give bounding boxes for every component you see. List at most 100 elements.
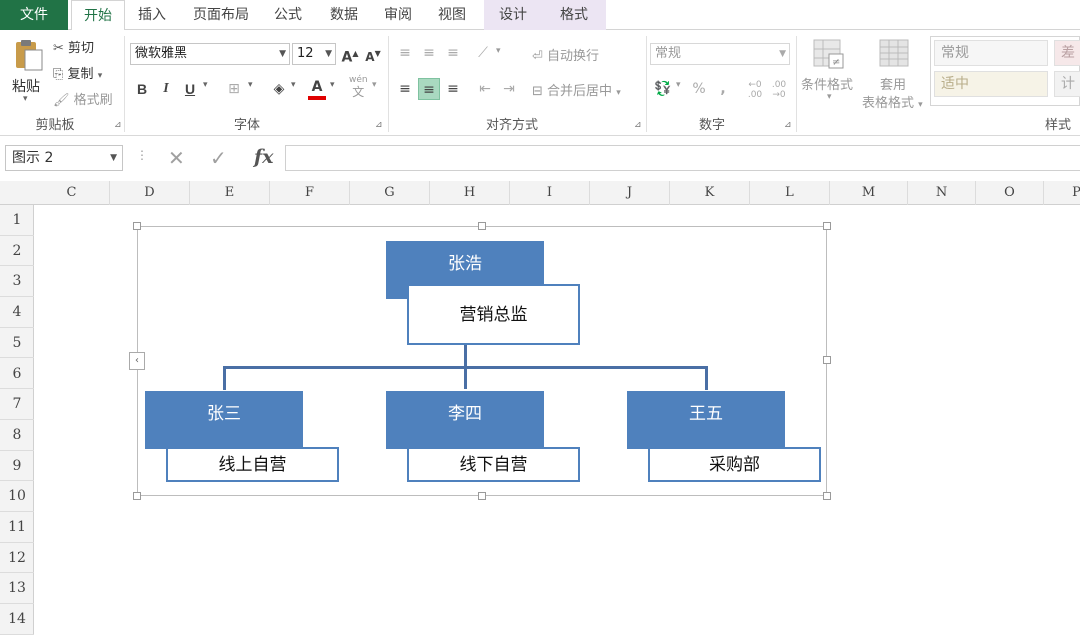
number-launcher-icon[interactable]: ⊿	[784, 120, 792, 130]
accounting-dropdown-icon[interactable]: ▾	[676, 80, 681, 90]
conditional-formatting-button[interactable]: 条件格式	[801, 74, 853, 93]
row-header[interactable]: 7	[0, 389, 34, 420]
increase-decimal-icon[interactable]: ←0.00	[744, 78, 766, 100]
column-header[interactable]: H	[430, 181, 510, 205]
column-header[interactable]: J	[590, 181, 670, 205]
column-header[interactable]: F	[270, 181, 350, 205]
increase-font-size-icon[interactable]: A▲	[339, 43, 361, 66]
decrease-indent-icon[interactable]: ⇤	[474, 78, 496, 100]
fill-color-dropdown-icon[interactable]: ▾	[291, 80, 296, 90]
text-pane-toggle-icon[interactable]: ‹	[129, 352, 145, 370]
percent-button[interactable]: %	[688, 78, 710, 100]
format-painter-button[interactable]: 🖌 格式刷	[53, 89, 113, 108]
row-header[interactable]: 4	[0, 297, 34, 328]
font-color-dropdown-icon[interactable]: ▾	[330, 80, 335, 90]
style-neutral[interactable]: 适中	[934, 71, 1048, 97]
formula-bar-resize-icon[interactable]: ⋮	[136, 148, 148, 162]
insert-function-button[interactable]: fx	[254, 146, 274, 168]
row-header[interactable]: 5	[0, 328, 34, 359]
org-node-title[interactable]: 线上自营	[166, 447, 339, 482]
merge-center-button[interactable]: ⊟ 合并后居中 ▾	[532, 80, 621, 99]
orientation-dropdown-icon[interactable]: ▾	[496, 46, 501, 56]
name-box[interactable]: 图示 2 ▼	[5, 145, 123, 171]
italic-button[interactable]: I	[155, 78, 177, 100]
style-bad[interactable]: 差	[1054, 40, 1080, 66]
column-header[interactable]: I	[510, 181, 590, 205]
row-header[interactable]: 9	[0, 451, 34, 482]
bold-button[interactable]: B	[131, 78, 153, 100]
align-right-icon[interactable]: ≡	[442, 78, 464, 100]
wrap-text-button[interactable]: ⏎ 自动换行	[532, 45, 599, 64]
comma-button[interactable]: ,	[712, 78, 734, 100]
column-header[interactable]: K	[670, 181, 750, 205]
row-header[interactable]: 11	[0, 512, 34, 543]
tab-formulas[interactable]: 公式	[266, 0, 310, 30]
underline-dropdown-icon[interactable]: ▾	[203, 80, 208, 90]
decrease-font-size-icon[interactable]: A▼	[362, 43, 384, 65]
format-as-table-line1[interactable]: 套用	[880, 74, 906, 93]
tab-review[interactable]: 审阅	[376, 0, 420, 30]
phonetic-guide-icon[interactable]: wén 文	[349, 75, 368, 99]
resize-handle[interactable]	[823, 492, 831, 500]
resize-handle[interactable]	[823, 222, 831, 230]
fill-color-icon[interactable]: ◈	[268, 78, 290, 100]
row-header[interactable]: 10	[0, 481, 34, 512]
org-node-title[interactable]: 营销总监	[407, 284, 580, 345]
tab-format[interactable]: 格式	[542, 0, 606, 30]
font-launcher-icon[interactable]: ⊿	[375, 120, 383, 130]
row-header[interactable]: 1	[0, 205, 34, 236]
borders-icon[interactable]: ⊞	[223, 78, 245, 100]
alignment-launcher-icon[interactable]: ⊿	[634, 120, 642, 130]
row-header[interactable]: 12	[0, 543, 34, 574]
resize-handle[interactable]	[133, 492, 141, 500]
column-header[interactable]: E	[190, 181, 270, 205]
org-node-name[interactable]: 王五	[627, 391, 785, 449]
align-top-icon[interactable]: ≡	[394, 42, 416, 64]
column-header[interactable]: O	[976, 181, 1044, 205]
row-header[interactable]: 14	[0, 604, 34, 635]
row-header[interactable]: 6	[0, 359, 34, 390]
enter-icon[interactable]: ✓	[210, 146, 227, 170]
row-header[interactable]: 2	[0, 236, 34, 267]
font-color-icon[interactable]: A	[306, 76, 328, 100]
font-name-select[interactable]: 微软雅黑 ▼	[130, 43, 290, 65]
number-format-select[interactable]: 常规 ▼	[650, 43, 790, 65]
column-header[interactable]: G	[350, 181, 430, 205]
resize-handle[interactable]	[133, 222, 141, 230]
column-header[interactable]: N	[908, 181, 976, 205]
cut-button[interactable]: ✂ 剪切	[53, 37, 94, 56]
align-center-icon[interactable]: ≡	[418, 78, 440, 100]
paste-dropdown-icon[interactable]: ▾	[23, 94, 28, 104]
row-header[interactable]: 8	[0, 420, 34, 451]
format-as-table-icon[interactable]	[878, 38, 912, 70]
align-left-icon[interactable]: ≡	[394, 78, 416, 100]
underline-button[interactable]: U	[179, 78, 201, 100]
paste-button[interactable]: 粘贴	[12, 76, 40, 96]
row-header[interactable]: 3	[0, 266, 34, 298]
borders-dropdown-icon[interactable]: ▾	[248, 80, 253, 90]
org-node-name[interactable]: 李四	[386, 391, 544, 449]
tab-design[interactable]: 设计	[484, 0, 542, 30]
resize-handle[interactable]	[823, 356, 831, 364]
clipboard-launcher-icon[interactable]: ⊿	[114, 120, 122, 130]
column-header[interactable]: P	[1044, 181, 1080, 205]
column-header[interactable]: C	[34, 181, 110, 205]
align-middle-icon[interactable]: ≡	[418, 42, 440, 64]
accounting-format-icon[interactable]: 💱	[652, 78, 674, 100]
column-header[interactable]: M	[830, 181, 908, 205]
tab-view[interactable]: 视图	[430, 0, 474, 30]
style-calculation[interactable]: 计	[1054, 71, 1080, 97]
resize-handle[interactable]	[478, 492, 486, 500]
row-header[interactable]: 13	[0, 573, 34, 605]
tab-file[interactable]: 文件	[0, 0, 68, 30]
column-header[interactable]: L	[750, 181, 830, 205]
phonetic-dropdown-icon[interactable]: ▾	[372, 80, 377, 90]
tab-insert[interactable]: 插入	[130, 0, 174, 30]
copy-button[interactable]: ⎘ 复制 ▾	[53, 63, 102, 82]
org-node-title[interactable]: 线下自营	[407, 447, 580, 482]
font-size-select[interactable]: 12 ▼	[292, 43, 336, 65]
cancel-icon[interactable]: ✕	[168, 146, 185, 170]
tab-data[interactable]: 数据	[322, 0, 366, 30]
org-node-title[interactable]: 采购部	[648, 447, 821, 482]
orientation-icon[interactable]: ⟋	[472, 42, 494, 64]
